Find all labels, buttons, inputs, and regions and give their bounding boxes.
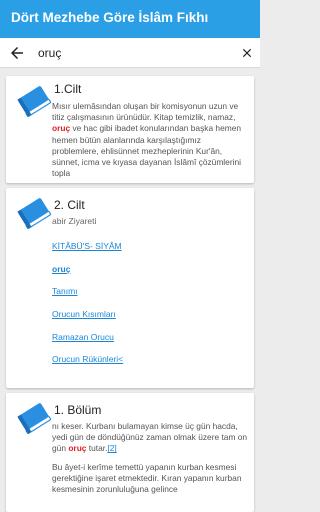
card-title: 1. Bölüm <box>54 403 102 417</box>
toc-link[interactable]: KİTÂBÜ'S- SİYÂM <box>52 241 242 264</box>
result-card[interactable]: 1.Cilt Mısır ulemâsından oluşan bir komi… <box>6 76 254 183</box>
card-title: 2. Cilt <box>54 198 85 212</box>
card-excerpt: Mısır ulemâsından oluşan bir komisyonun … <box>52 101 242 179</box>
close-icon[interactable] <box>240 46 254 60</box>
book-icon <box>17 86 52 117</box>
search-input[interactable] <box>38 44 218 62</box>
arrow-left-icon[interactable] <box>8 44 26 62</box>
search-highlight: oruç <box>52 123 71 134</box>
toc-link[interactable]: Ramazan Orucu <box>52 332 242 355</box>
footnote-link[interactable]: [2] <box>107 443 116 453</box>
card-title: 1.Cilt <box>54 82 82 96</box>
result-card[interactable]: 2. Cilt abir Ziyareti KİTÂBÜ'S- SİYÂM or… <box>6 188 254 388</box>
book-icon <box>17 403 52 434</box>
app-bar: Dört Mezhebe Göre İslâm Fıkhı <box>0 0 260 38</box>
search-highlight: oruç <box>68 443 87 454</box>
card-subtitle: abir Ziyareti <box>52 216 97 226</box>
toc-link[interactable]: oruç <box>52 264 242 287</box>
toc-link[interactable]: Tanımı <box>52 286 242 309</box>
toc-link[interactable]: Orucun Kısımları <box>52 309 242 332</box>
toc-link[interactable]: Orucun Rükünleri< <box>52 354 242 377</box>
book-icon <box>17 198 52 229</box>
app-title: Dört Mezhebe Göre İslâm Fıkhı <box>11 10 209 25</box>
card-excerpt: nı keser. Kurbanı bulamayan kimse üç gün… <box>52 421 248 495</box>
search-bar <box>0 38 260 68</box>
result-card[interactable]: 1. Bölüm nı keser. Kurbanı bulamayan kim… <box>6 393 254 512</box>
